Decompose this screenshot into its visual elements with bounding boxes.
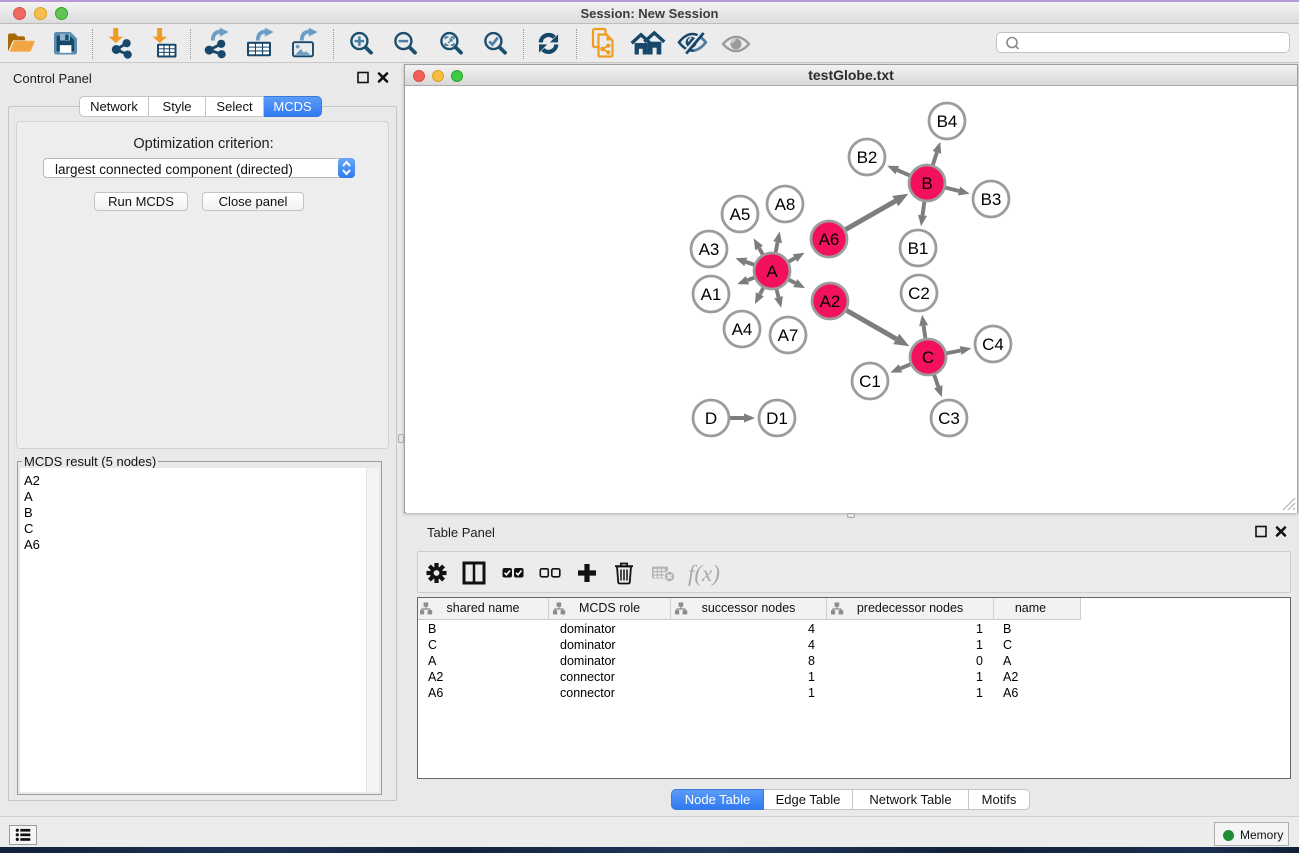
svg-text:B1: B1 — [908, 239, 929, 258]
svg-text:A5: A5 — [730, 205, 751, 224]
svg-text:A7: A7 — [778, 326, 799, 345]
svg-text:A8: A8 — [775, 195, 796, 214]
svg-text:A1: A1 — [701, 285, 722, 304]
svg-text:f(x): f(x) — [688, 561, 720, 586]
svg-text:D1: D1 — [766, 409, 788, 428]
svg-text:B2: B2 — [857, 148, 878, 167]
svg-text:B: B — [921, 174, 932, 193]
svg-text:C2: C2 — [908, 284, 930, 303]
svg-text:A6: A6 — [819, 230, 840, 249]
svg-text:C1: C1 — [859, 372, 881, 391]
svg-text:C: C — [922, 348, 934, 367]
svg-text:B4: B4 — [937, 112, 958, 131]
svg-text:A: A — [766, 262, 778, 281]
svg-text:C4: C4 — [982, 335, 1004, 354]
svg-text:A3: A3 — [699, 240, 720, 259]
svg-text:C3: C3 — [938, 409, 960, 428]
svg-text:D: D — [705, 409, 717, 428]
svg-text:A2: A2 — [820, 292, 841, 311]
svg-text:A4: A4 — [732, 320, 753, 339]
svg-text:B3: B3 — [981, 190, 1002, 209]
